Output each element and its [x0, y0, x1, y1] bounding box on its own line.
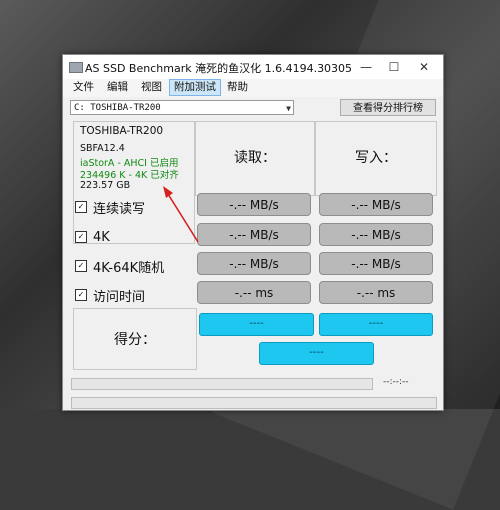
annotation-arrow-icon — [163, 186, 199, 243]
